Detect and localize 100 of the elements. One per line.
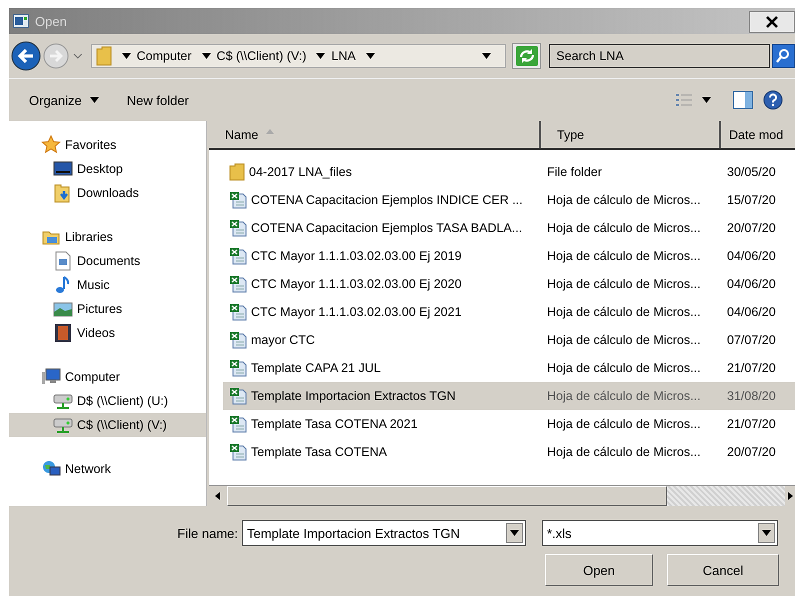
breadcrumb-item[interactable]: LNA xyxy=(331,49,356,63)
file-name: 04-2017 LNA_files xyxy=(249,165,352,179)
file-name: Template Importacion Extractos TGN xyxy=(251,389,456,403)
caret-icon[interactable] xyxy=(122,53,131,59)
back-button[interactable] xyxy=(11,41,41,71)
caret-icon[interactable] xyxy=(316,53,326,59)
folder-icon xyxy=(96,45,112,67)
file-type: Hoja de cálculo de Micros... xyxy=(547,193,701,207)
close-icon xyxy=(765,15,779,29)
file-type: Hoja de cálculo de Micros... xyxy=(547,305,701,319)
refresh-button[interactable] xyxy=(512,43,542,69)
organize-button[interactable]: Organize xyxy=(25,90,103,110)
dropdown-caret-icon[interactable] xyxy=(482,53,492,59)
file-row[interactable]: Template CAPA 21 JUL Hoja de cálculo de Micros... 21/07/20 xyxy=(223,354,795,382)
file-date: 21/07/20 xyxy=(727,361,776,375)
sidebar-item[interactable]: Libraries xyxy=(9,225,206,249)
file-type: Hoja de cálculo de Micros... xyxy=(547,361,701,375)
spreadsheet-icon xyxy=(229,275,247,293)
sidebar-item[interactable]: Network xyxy=(9,457,206,481)
file-date: 21/07/20 xyxy=(727,417,776,431)
file-date: 31/08/20 xyxy=(727,389,776,403)
cancel-button[interactable]: Cancel xyxy=(667,554,779,586)
sidebar-item[interactable]: Computer xyxy=(9,365,206,389)
file-row[interactable]: CTC Mayor 1.1.1.03.02.03.00 Ej 2020 Hoja de cálculo de Micros... 04/06/20 xyxy=(223,270,795,298)
document-icon xyxy=(53,251,73,271)
file-row[interactable]: COTENA Capacitacion Ejemplos TASA BADLA... Hoja de cálculo de Micros... 20/07/20 xyxy=(223,214,795,242)
help-icon[interactable] xyxy=(763,90,783,110)
spreadsheet-icon xyxy=(229,191,247,209)
window-icon xyxy=(13,14,29,28)
caret-icon[interactable] xyxy=(702,97,711,103)
file-row[interactable]: Template Importacion Extractos TGN Hoja de cálculo de Micros... 31/08/20 xyxy=(223,382,795,410)
search-icon xyxy=(776,48,790,64)
column-header[interactable]: Date mod xyxy=(721,121,795,148)
file-row[interactable]: Template Tasa COTENA Hoja de cálculo de Micros... 20/07/20 xyxy=(223,438,795,466)
file-name-field[interactable]: Template Importacion Extractos TGN xyxy=(242,520,526,546)
breadcrumb-item[interactable]: Computer xyxy=(136,49,192,63)
address-bar[interactable]: Computer C$ (\\Client) (V:) LNA xyxy=(90,44,506,68)
close-button[interactable] xyxy=(749,11,795,33)
file-row[interactable]: CTC Mayor 1.1.1.03.02.03.00 Ej 2021 Hoja de cálculo de Micros... 04/06/20 xyxy=(223,298,795,326)
sidebar-item[interactable]: Pictures xyxy=(9,297,206,321)
column-header[interactable]: Name xyxy=(209,121,541,148)
open-button[interactable]: Open xyxy=(545,554,653,586)
star-icon xyxy=(41,135,61,155)
caret-icon xyxy=(90,97,99,103)
file-name: Template CAPA 21 JUL xyxy=(251,361,381,375)
video-icon xyxy=(53,323,73,343)
search-field[interactable]: Search LNA xyxy=(549,44,770,68)
file-type: Hoja de cálculo de Micros... xyxy=(547,417,701,431)
file-type: Hoja de cálculo de Micros... xyxy=(547,249,701,263)
scrollbar-thumb[interactable] xyxy=(227,486,667,506)
file-row[interactable]: Template Tasa COTENA 2021 Hoja de cálculo de Micros... 21/07/20 xyxy=(223,410,795,438)
sidebar-item[interactable]: Documents xyxy=(9,249,206,273)
computer-icon xyxy=(41,367,61,387)
spreadsheet-icon xyxy=(229,331,247,349)
file-row[interactable]: COTENA Capacitacion Ejemplos INDICE CER ... Hoja de cálculo de Micros... 15/07/20 xyxy=(223,186,795,214)
file-name: Template Tasa COTENA xyxy=(251,445,387,459)
spreadsheet-icon xyxy=(229,219,247,237)
file-name: mayor CTC xyxy=(251,333,315,347)
file-name: Template Tasa COTENA 2021 xyxy=(251,417,418,431)
horizontal-scrollbar[interactable] xyxy=(209,485,795,506)
spreadsheet-icon xyxy=(229,443,247,461)
history-caret-icon[interactable] xyxy=(73,53,83,59)
window-title: Open xyxy=(35,14,67,28)
file-type: Hoja de cálculo de Micros... xyxy=(547,389,701,403)
file-name: COTENA Capacitacion Ejemplos INDICE CER ... xyxy=(251,193,523,207)
spreadsheet-icon xyxy=(229,247,247,265)
file-date: 15/07/20 xyxy=(727,193,776,207)
preview-pane-icon[interactable] xyxy=(733,91,753,109)
file-name: CTC Mayor 1.1.1.03.02.03.00 Ej 2019 xyxy=(251,249,462,263)
sidebar-item[interactable]: C$ (\\Client) (V:) xyxy=(9,413,206,437)
sidebar-item[interactable]: Downloads xyxy=(9,181,206,205)
sidebar-item[interactable]: Favorites xyxy=(9,133,206,157)
file-type: Hoja de cálculo de Micros... xyxy=(547,221,701,235)
file-date: 20/07/20 xyxy=(727,445,776,459)
column-header[interactable]: Type xyxy=(541,121,721,148)
file-date: 04/06/20 xyxy=(727,305,776,319)
new-folder-button[interactable]: New folder xyxy=(122,90,193,110)
sidebar-item[interactable]: D$ (\\Client) (U:) xyxy=(9,389,206,413)
sidebar-item[interactable]: Music xyxy=(9,273,206,297)
file-name: COTENA Capacitacion Ejemplos TASA BADLA... xyxy=(251,221,522,235)
file-date: 04/06/20 xyxy=(727,249,776,263)
file-row[interactable]: 04-2017 LNA_files File folder 30/05/20 xyxy=(223,158,795,186)
file-row[interactable]: mayor CTC Hoja de cálculo de Micros... 07/07/20 xyxy=(223,326,795,354)
search-button[interactable] xyxy=(772,44,795,68)
file-date: 30/05/20 xyxy=(727,165,776,179)
caret-icon xyxy=(762,530,771,536)
sidebar-item[interactable]: Videos xyxy=(9,321,206,345)
caret-icon xyxy=(510,530,519,536)
file-type: Hoja de cálculo de Micros... xyxy=(547,445,701,459)
file-row[interactable]: CTC Mayor 1.1.1.03.02.03.00 Ej 2019 Hoja de cálculo de Micros... 04/06/20 xyxy=(223,242,795,270)
file-type-dropdown[interactable]: *.xls xyxy=(542,520,778,546)
file-date: 20/07/20 xyxy=(727,221,776,235)
file-type: File folder xyxy=(547,165,602,179)
breadcrumb-item[interactable]: C$ (\\Client) (V:) xyxy=(216,49,306,63)
file-name-label: File name: xyxy=(176,526,239,540)
spreadsheet-icon xyxy=(229,359,247,377)
sidebar-item[interactable]: Desktop xyxy=(9,157,206,181)
caret-icon[interactable] xyxy=(202,53,211,59)
folder-icon xyxy=(229,163,245,181)
caret-icon[interactable] xyxy=(366,53,375,59)
